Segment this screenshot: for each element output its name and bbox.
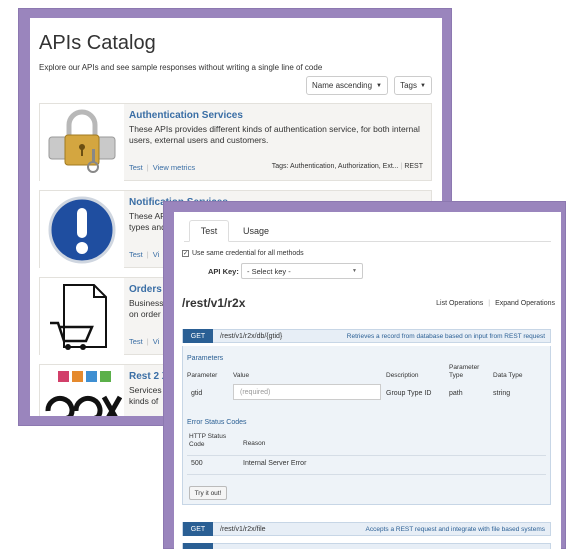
tags-label: Tags xyxy=(400,81,417,90)
api-key-label: API Key: xyxy=(208,267,239,276)
test-link[interactable]: Test xyxy=(129,337,143,346)
view-metrics-link[interactable]: Vi xyxy=(153,337,160,346)
col-value: Value xyxy=(233,372,250,379)
exclamation-icon xyxy=(40,191,124,269)
col-parameter-type: Parameter Type xyxy=(449,364,480,379)
api-key-value: - Select key - xyxy=(247,266,291,276)
param-name: gtid xyxy=(191,390,203,397)
operation-path: /rest/v1/r2x/db/{gtid} xyxy=(220,332,283,340)
sort-label: Name ascending xyxy=(312,81,373,90)
resource-path: /rest/v1/r2x xyxy=(182,296,246,310)
same-credential-option[interactable]: ✓ Use same credential for all methods xyxy=(182,250,304,257)
method-badge: GET xyxy=(183,329,213,343)
param-type: path xyxy=(449,390,463,397)
card-tags: Tags: Authentication, Authorization, Ext… xyxy=(272,163,423,170)
error-reason: Internal Server Error xyxy=(243,460,307,467)
tab-bar: Test Usage xyxy=(184,220,551,242)
method-badge: GET xyxy=(183,522,213,536)
error-codes-heading: Error Status Codes xyxy=(187,419,247,426)
console-window-frame: Test Usage ✓ Use same credential for all… xyxy=(163,201,566,549)
param-data-type: string xyxy=(493,390,511,397)
padlock-icon xyxy=(40,104,124,182)
page-title: APIs Catalog xyxy=(39,32,156,54)
caret-down-icon: ▼ xyxy=(419,82,426,89)
param-description: Group Type ID xyxy=(386,390,432,397)
col-http-status: HTTP Status Code xyxy=(189,433,227,448)
divider: | xyxy=(488,300,491,307)
view-metrics-link[interactable]: Vi xyxy=(153,250,160,259)
list-operations-link[interactable]: List Operations xyxy=(436,300,483,307)
operation-get-file[interactable]: GET /rest/v1/r2x/file Accepts a REST req… xyxy=(182,522,551,536)
api-key-select[interactable]: - Select key - ▼ xyxy=(241,263,363,279)
card-title[interactable]: Orders xyxy=(129,284,162,295)
operation-partial[interactable] xyxy=(182,543,551,549)
screenshot-collage: APIs Catalog Explore our APIs and see sa… xyxy=(0,0,566,549)
api-card-authentication: Authentication Services These APIs provi… xyxy=(39,103,432,182)
card-links: Test | Vi xyxy=(129,337,159,346)
error-code: 500 xyxy=(191,460,203,467)
method-badge xyxy=(183,543,213,549)
param-gtid-input[interactable]: (required) xyxy=(233,384,381,400)
operation-description: Accepts a REST request and integrate wit… xyxy=(365,525,545,533)
document-cart-icon xyxy=(40,278,124,356)
card-description: These APIs provides different kinds of a… xyxy=(129,124,420,145)
operation-details: Parameters Parameter Value Description P… xyxy=(182,346,551,505)
param-placeholder: (required) xyxy=(240,388,271,396)
divider: | xyxy=(146,250,149,259)
operation-get-db[interactable]: GET /rest/v1/r2x/db/{gtid} Retrieves a r… xyxy=(182,329,551,343)
caret-down-icon: ▼ xyxy=(376,82,382,89)
col-parameter: Parameter xyxy=(187,372,218,379)
col-reason: Reason xyxy=(243,440,266,447)
divider: | xyxy=(146,163,149,172)
operations-links: List Operations | Expand Operations xyxy=(436,300,555,307)
tab-test[interactable]: Test xyxy=(189,220,229,242)
api-type: REST xyxy=(404,163,423,170)
same-credential-label: Use same credential for all methods xyxy=(192,250,304,257)
divider: | xyxy=(146,337,149,346)
sort-dropdown[interactable]: Name ascending ▼ xyxy=(306,76,388,95)
operation-path: /rest/v1/r2x/file xyxy=(220,525,266,533)
page-subtitle: Explore our APIs and see sample response… xyxy=(39,63,323,72)
test-link[interactable]: Test xyxy=(129,163,143,172)
card-title[interactable]: Authentication Services xyxy=(129,110,243,121)
chevron-down-icon: ▼ xyxy=(352,268,357,274)
api-console: Test Usage ✓ Use same credential for all… xyxy=(174,212,561,549)
card-links: Test | View metrics xyxy=(129,163,195,172)
tab-usage[interactable]: Usage xyxy=(236,220,276,242)
tags-dropdown[interactable]: Tags ▼ xyxy=(394,76,432,95)
parameters-heading: Parameters xyxy=(187,355,224,362)
card-links: Test | Vi xyxy=(129,250,159,259)
view-metrics-link[interactable]: View metrics xyxy=(153,163,195,172)
expand-operations-link[interactable]: Expand Operations xyxy=(495,300,555,307)
checkbox-checked-icon[interactable]: ✓ xyxy=(182,250,189,257)
col-description: Description xyxy=(386,372,419,379)
operation-description: Retrieves a record from database based o… xyxy=(346,332,545,340)
tags-text: Tags: Authentication, Authorization, Ext… xyxy=(271,163,399,170)
r2x-logo-icon xyxy=(40,365,124,416)
test-link[interactable]: Test xyxy=(129,250,143,259)
divider xyxy=(187,455,546,456)
try-it-out-button[interactable]: Try it out! xyxy=(189,486,227,500)
divider xyxy=(187,474,546,475)
col-data-type: Data Type xyxy=(493,372,523,379)
